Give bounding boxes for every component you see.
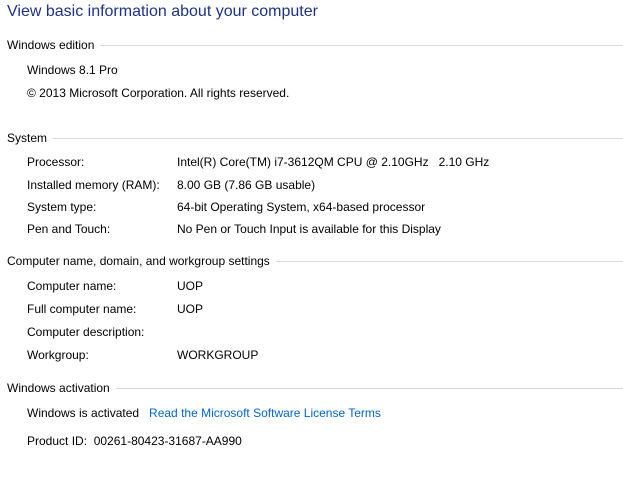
row-label: Processor: — [27, 155, 85, 169]
section-windows-activation: Windows activation — [7, 380, 623, 396]
activation-row: Windows is activated Read the Microsoft S… — [27, 405, 381, 421]
system-row-memory: Installed memory (RAM): 8.00 GB (7.86 GB … — [27, 177, 315, 193]
row-label: Pen and Touch: — [27, 222, 111, 236]
section-header-label: Windows edition — [7, 38, 95, 52]
row-value: No Pen or Touch Input is available for t… — [177, 222, 441, 236]
section-windows-edition: Windows edition — [7, 37, 623, 53]
row-value: UOP — [177, 302, 204, 316]
activation-status: Windows is activated — [27, 406, 140, 420]
row-label: Full computer name: — [27, 302, 137, 316]
product-id-value: 00261-80423-31687-AA990 — [93, 434, 242, 448]
row-label: System type: — [27, 200, 97, 214]
section-computer-name: Computer name, domain, and workgroup set… — [7, 253, 623, 269]
computer-row-full-name: Full computer name: UOP — [27, 301, 203, 317]
page-title: View basic information about your comput… — [7, 3, 318, 20]
row-value: Intel(R) Core(TM) i7-3612QM CPU @ 2.10GH… — [177, 155, 490, 169]
copyright-text: © 2013 Microsoft Corporation. All rights… — [27, 86, 290, 100]
section-divider — [100, 45, 623, 46]
row-label: Installed memory (RAM): — [27, 178, 160, 192]
row-value: 64-bit Operating System, x64-based proce… — [177, 200, 426, 214]
section-header-label: Computer name, domain, and workgroup set… — [7, 254, 270, 268]
row-label: Workgroup: — [27, 348, 89, 362]
system-row-pen-touch: Pen and Touch: No Pen or Touch Input is a… — [27, 221, 441, 237]
row-value: UOP — [177, 279, 204, 293]
row-label: Computer name: — [27, 279, 117, 293]
license-terms-link[interactable]: Read the Microsoft Software License Term… — [149, 406, 381, 420]
section-divider — [275, 261, 623, 262]
product-id-row: Product ID: 00261-80423-31687-AA990 — [27, 433, 242, 449]
computer-row-description: Computer description: — [27, 324, 177, 340]
computer-row-workgroup: Workgroup: WORKGROUP — [27, 347, 258, 363]
section-divider — [53, 138, 623, 139]
row-value: 8.00 GB (7.86 GB usable) — [177, 178, 316, 192]
system-row-processor: Processor: Intel(R) Core(TM) i7-3612QM CP… — [27, 154, 489, 170]
section-header-label: Windows activation — [7, 381, 110, 395]
product-id-label: Product ID: — [27, 434, 88, 448]
computer-row-name: Computer name: UOP — [27, 278, 203, 294]
section-header-label: System — [7, 131, 48, 145]
section-system: System — [7, 130, 623, 146]
row-label: Computer description: — [27, 325, 145, 339]
system-row-system-type: System type: 64-bit Operating System, x64… — [27, 199, 425, 215]
windows-edition-value: Windows 8.1 Pro — [27, 63, 118, 77]
row-value: WORKGROUP — [177, 348, 259, 362]
section-divider — [115, 388, 623, 389]
